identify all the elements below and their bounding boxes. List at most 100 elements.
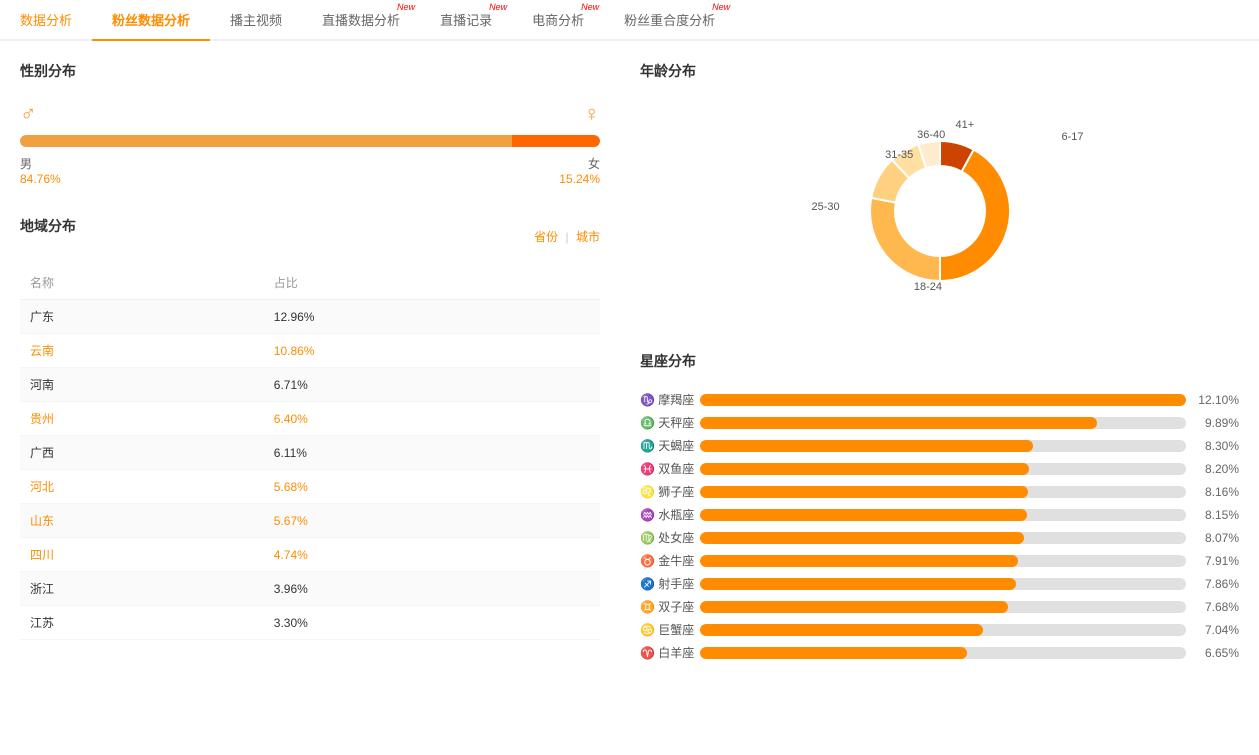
region-title: 地域分布	[20, 216, 76, 236]
table-row: 山东5.67%	[20, 504, 600, 538]
zodiac-title: 星座分布	[640, 351, 1239, 371]
zodiac-name: ♎ 天秤座	[640, 414, 700, 431]
city-link[interactable]: 城市	[576, 230, 600, 244]
zodiac-bar-bg	[700, 417, 1186, 429]
table-row: 四川4.74%	[20, 538, 600, 572]
zodiac-pct: 8.16%	[1194, 485, 1239, 499]
tab-fans-overlap[interactable]: 粉丝重合度分析 New	[604, 0, 735, 39]
zodiac-bar-bg	[700, 394, 1186, 406]
age-label-6: 6-17	[1061, 131, 1083, 143]
table-row: 江苏3.30%	[20, 606, 600, 640]
list-item: ♉ 金牛座 7.91%	[640, 552, 1239, 569]
region-pct-cell: 6.71%	[264, 368, 600, 402]
zodiac-bar-bg	[700, 555, 1186, 567]
gender-icons: ♂ ♀	[20, 101, 600, 127]
table-row: 广东12.96%	[20, 300, 600, 334]
region-name-cell: 河南	[20, 368, 264, 402]
main-content: 性别分布 ♂ ♀ 男 84.76% 女 15.24%	[0, 41, 1259, 687]
region-header: 地域分布 省份 | 城市	[20, 216, 600, 256]
tab-live-record[interactable]: 直播记录 New	[420, 0, 512, 39]
zodiac-bar-fill	[700, 486, 1028, 498]
age-section: 年龄分布 41+ 36-40 31-35 25-30 18-24 6-17	[640, 61, 1239, 321]
zodiac-bar-bg	[700, 578, 1186, 590]
nav-tabs: 数据分析 粉丝数据分析 播主视频 直播数据分析 New 直播记录 New 电商分…	[0, 0, 1259, 41]
gender-labels: 男 84.76% 女 15.24%	[20, 155, 600, 186]
list-item: ♎ 天秤座9.89%	[640, 414, 1239, 431]
zodiac-bar-bg	[700, 486, 1186, 498]
zodiac-pct: 8.20%	[1194, 462, 1239, 476]
region-pct-cell: 3.96%	[264, 572, 600, 606]
table-row: 河南6.71%	[20, 368, 600, 402]
zodiac-bar-fill	[700, 578, 1016, 590]
region-table: 名称 占比 广东12.96%云南10.86%河南6.71%贵州6.40%广西6.…	[20, 266, 600, 640]
zodiac-bar-bg	[700, 601, 1186, 613]
female-label: 女	[559, 155, 600, 172]
link-separator: |	[566, 230, 572, 244]
region-name-cell: 山东	[20, 504, 264, 538]
zodiac-bar-fill	[700, 394, 1186, 406]
female-icon: ♀	[584, 101, 601, 127]
region-name-cell: 四川	[20, 538, 264, 572]
zodiac-name: ♋ 巨蟹座	[640, 621, 700, 638]
zodiac-bar-fill	[700, 463, 1029, 475]
tab-data-analysis[interactable]: 数据分析	[0, 0, 92, 39]
zodiac-bar-fill	[700, 509, 1027, 521]
zodiac-pct: 8.30%	[1194, 439, 1239, 453]
zodiac-bar-fill	[700, 555, 1018, 567]
zodiac-bar-fill	[700, 532, 1024, 544]
donut-segment-18-24	[940, 150, 1010, 281]
list-item: ♍ 处女座8.07%	[640, 529, 1239, 546]
gender-section: 性别分布 ♂ ♀ 男 84.76% 女 15.24%	[20, 61, 600, 186]
list-item: ♌ 狮子座8.16%	[640, 483, 1239, 500]
region-pct-cell: 4.74%	[264, 538, 600, 572]
list-item: ♏ 天蝎座 8.30%	[640, 437, 1239, 454]
region-name-cell: 广西	[20, 436, 264, 470]
region-section: 地域分布 省份 | 城市 名称 占比 广东12.96%云南10.86%河南6.7…	[20, 216, 600, 640]
region-name-cell: 浙江	[20, 572, 264, 606]
tab-streamer-video[interactable]: 播主视频	[210, 0, 302, 39]
list-item: ♐ 射手座7.86%	[640, 575, 1239, 592]
region-name-cell: 云南	[20, 334, 264, 368]
zodiac-bar-bg	[700, 624, 1186, 636]
list-item: ♋ 巨蟹座 7.04%	[640, 621, 1239, 638]
zodiac-pct: 8.07%	[1194, 531, 1239, 545]
zodiac-name: ♏ 天蝎座	[640, 437, 700, 454]
male-label-group: 男 84.76%	[20, 155, 61, 186]
male-icon: ♂	[20, 101, 37, 127]
zodiac-pct: 8.15%	[1194, 508, 1239, 522]
zodiac-name: ♈ 白羊座	[640, 644, 700, 661]
region-table-header: 名称 占比	[20, 266, 600, 300]
zodiac-bar-bg	[700, 509, 1186, 521]
age-title: 年龄分布	[640, 61, 1239, 81]
donut-container: 41+ 36-40 31-35 25-30 18-24 6-17	[640, 101, 1239, 321]
new-badge-ecommerce: New	[581, 2, 599, 12]
tab-live-data[interactable]: 直播数据分析 New	[302, 0, 420, 39]
zodiac-bar-bg	[700, 532, 1186, 544]
tab-ecommerce[interactable]: 电商分析 New	[512, 0, 604, 39]
zodiac-pct: 12.10%	[1194, 393, 1239, 407]
male-pct: 84.76%	[20, 172, 61, 186]
zodiac-bar-fill	[700, 624, 983, 636]
zodiac-bar-bg	[700, 647, 1186, 659]
table-row: 贵州6.40%	[20, 402, 600, 436]
age-donut-chart	[840, 111, 1040, 311]
female-label-group: 女 15.24%	[559, 155, 600, 186]
zodiac-name: ♒ 水瓶座	[640, 506, 700, 523]
gender-title: 性别分布	[20, 61, 600, 81]
table-row: 云南10.86%	[20, 334, 600, 368]
zodiac-bar-bg	[700, 440, 1186, 452]
zodiac-name: ♉ 金牛座	[640, 552, 700, 569]
region-name-cell: 河北	[20, 470, 264, 504]
region-pct-cell: 10.86%	[264, 334, 600, 368]
donut-segment-25-30	[870, 198, 940, 281]
table-row: 广西6.11%	[20, 436, 600, 470]
table-row: 河北5.68%	[20, 470, 600, 504]
zodiac-pct: 7.91%	[1194, 554, 1239, 568]
tab-fans-analysis[interactable]: 粉丝数据分析	[92, 0, 210, 41]
province-link[interactable]: 省份	[534, 230, 558, 244]
list-item: ♈ 白羊座6.65%	[640, 644, 1239, 661]
zodiac-bar-fill	[700, 440, 1033, 452]
zodiac-name: ♓ 双鱼座	[640, 460, 700, 477]
age-label-25: 25-30	[812, 201, 840, 213]
zodiac-pct: 7.04%	[1194, 623, 1239, 637]
